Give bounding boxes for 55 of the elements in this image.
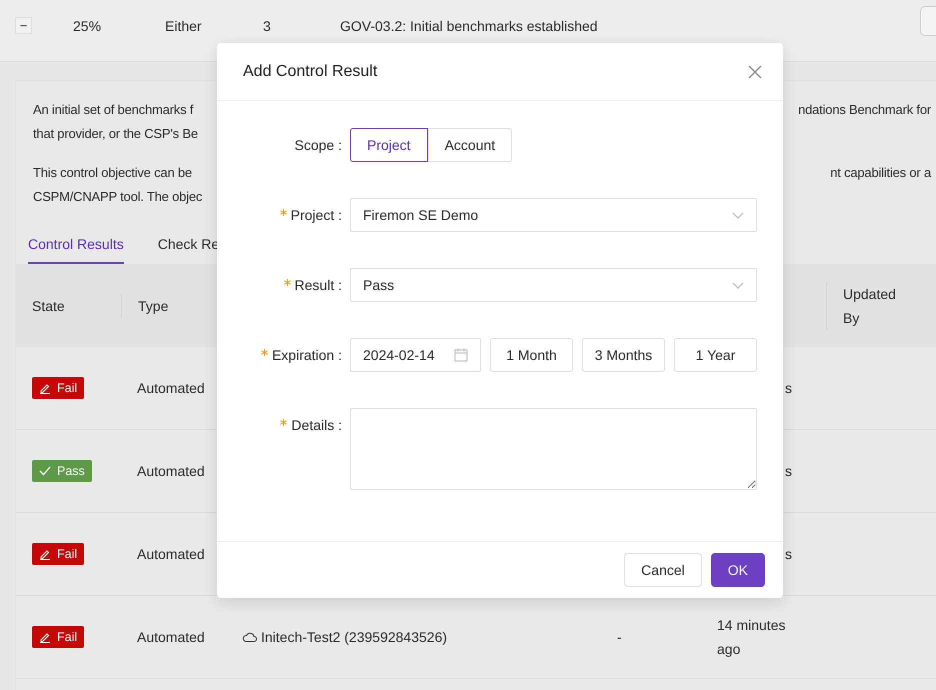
table-cell-text: Initech-Test2 (239592843526) bbox=[261, 628, 448, 647]
calendar-icon bbox=[454, 348, 468, 362]
control-title: GOV-03.2: Initial benchmarks established bbox=[340, 18, 599, 34]
select-field[interactable]: Pass bbox=[350, 268, 757, 302]
table-cell-text: s bbox=[784, 462, 792, 481]
chevron-down-icon bbox=[732, 282, 744, 288]
field-label: Expiration : bbox=[272, 346, 342, 365]
table-cell-text: Automated bbox=[137, 379, 205, 398]
table-cell-text: s bbox=[784, 379, 792, 398]
percent-text: 25% bbox=[73, 18, 102, 34]
preset-button[interactable]: 3 Months bbox=[582, 338, 665, 372]
description-text: that provider, or the CSP's Be bbox=[33, 125, 198, 143]
scope-option[interactable]: Account bbox=[428, 128, 512, 162]
date-field[interactable]: 2024-02-14 bbox=[350, 338, 481, 372]
preset-button[interactable]: 1 Month bbox=[490, 338, 573, 372]
state-badge: Fail bbox=[32, 543, 84, 565]
description-text: An initial set of benchmarks f bbox=[33, 101, 194, 119]
column-header: Updated By bbox=[843, 286, 896, 326]
table-cell-text: s bbox=[784, 545, 792, 564]
state-badge: Fail bbox=[32, 626, 84, 648]
field-label: Result : bbox=[294, 276, 342, 295]
pencil-icon bbox=[39, 382, 51, 394]
scope-option[interactable]: Project bbox=[350, 128, 428, 162]
count-text: 3 bbox=[263, 18, 272, 34]
select-field[interactable]: Firemon SE Demo bbox=[350, 198, 757, 232]
description-text: nt capabilities or a bbox=[830, 164, 931, 182]
state-badge: Fail bbox=[32, 377, 84, 399]
pencil-icon bbox=[39, 631, 51, 643]
close-icon[interactable] bbox=[747, 64, 763, 80]
table-cell-text: 14 minutes ago bbox=[717, 616, 786, 659]
cancel-button[interactable]: Cancel bbox=[624, 553, 702, 587]
details-field[interactable] bbox=[350, 408, 757, 490]
table-cell-text: Automated bbox=[137, 545, 205, 564]
action-button[interactable] bbox=[920, 6, 936, 36]
field-label: Details : bbox=[291, 416, 342, 435]
preset-button[interactable]: 1 Year bbox=[674, 338, 757, 372]
column-header: Type bbox=[138, 298, 168, 314]
cloud-icon bbox=[242, 632, 257, 642]
mode-text: Either bbox=[165, 18, 203, 34]
state-badge: Pass bbox=[32, 460, 92, 482]
column-header: State bbox=[32, 298, 65, 314]
collapse-button[interactable]: − bbox=[15, 17, 32, 34]
pencil-icon bbox=[39, 548, 51, 560]
field-label: Project : bbox=[290, 206, 342, 225]
description-text: CSPM/CNAPP tool. The objec bbox=[33, 188, 202, 206]
dialog-title: Add Control Result bbox=[243, 62, 378, 80]
description-text: This control objective can be bbox=[33, 164, 192, 182]
check-icon bbox=[39, 466, 51, 476]
ok-button[interactable]: OK bbox=[710, 553, 765, 587]
table-cell-text: Automated bbox=[137, 628, 205, 647]
chevron-down-icon bbox=[732, 212, 744, 218]
table-cell-text: - bbox=[617, 628, 622, 647]
table-cell-text: Automated bbox=[137, 462, 205, 481]
field-label: Scope : bbox=[294, 136, 342, 155]
description-text: ndations Benchmark for bbox=[798, 101, 931, 119]
